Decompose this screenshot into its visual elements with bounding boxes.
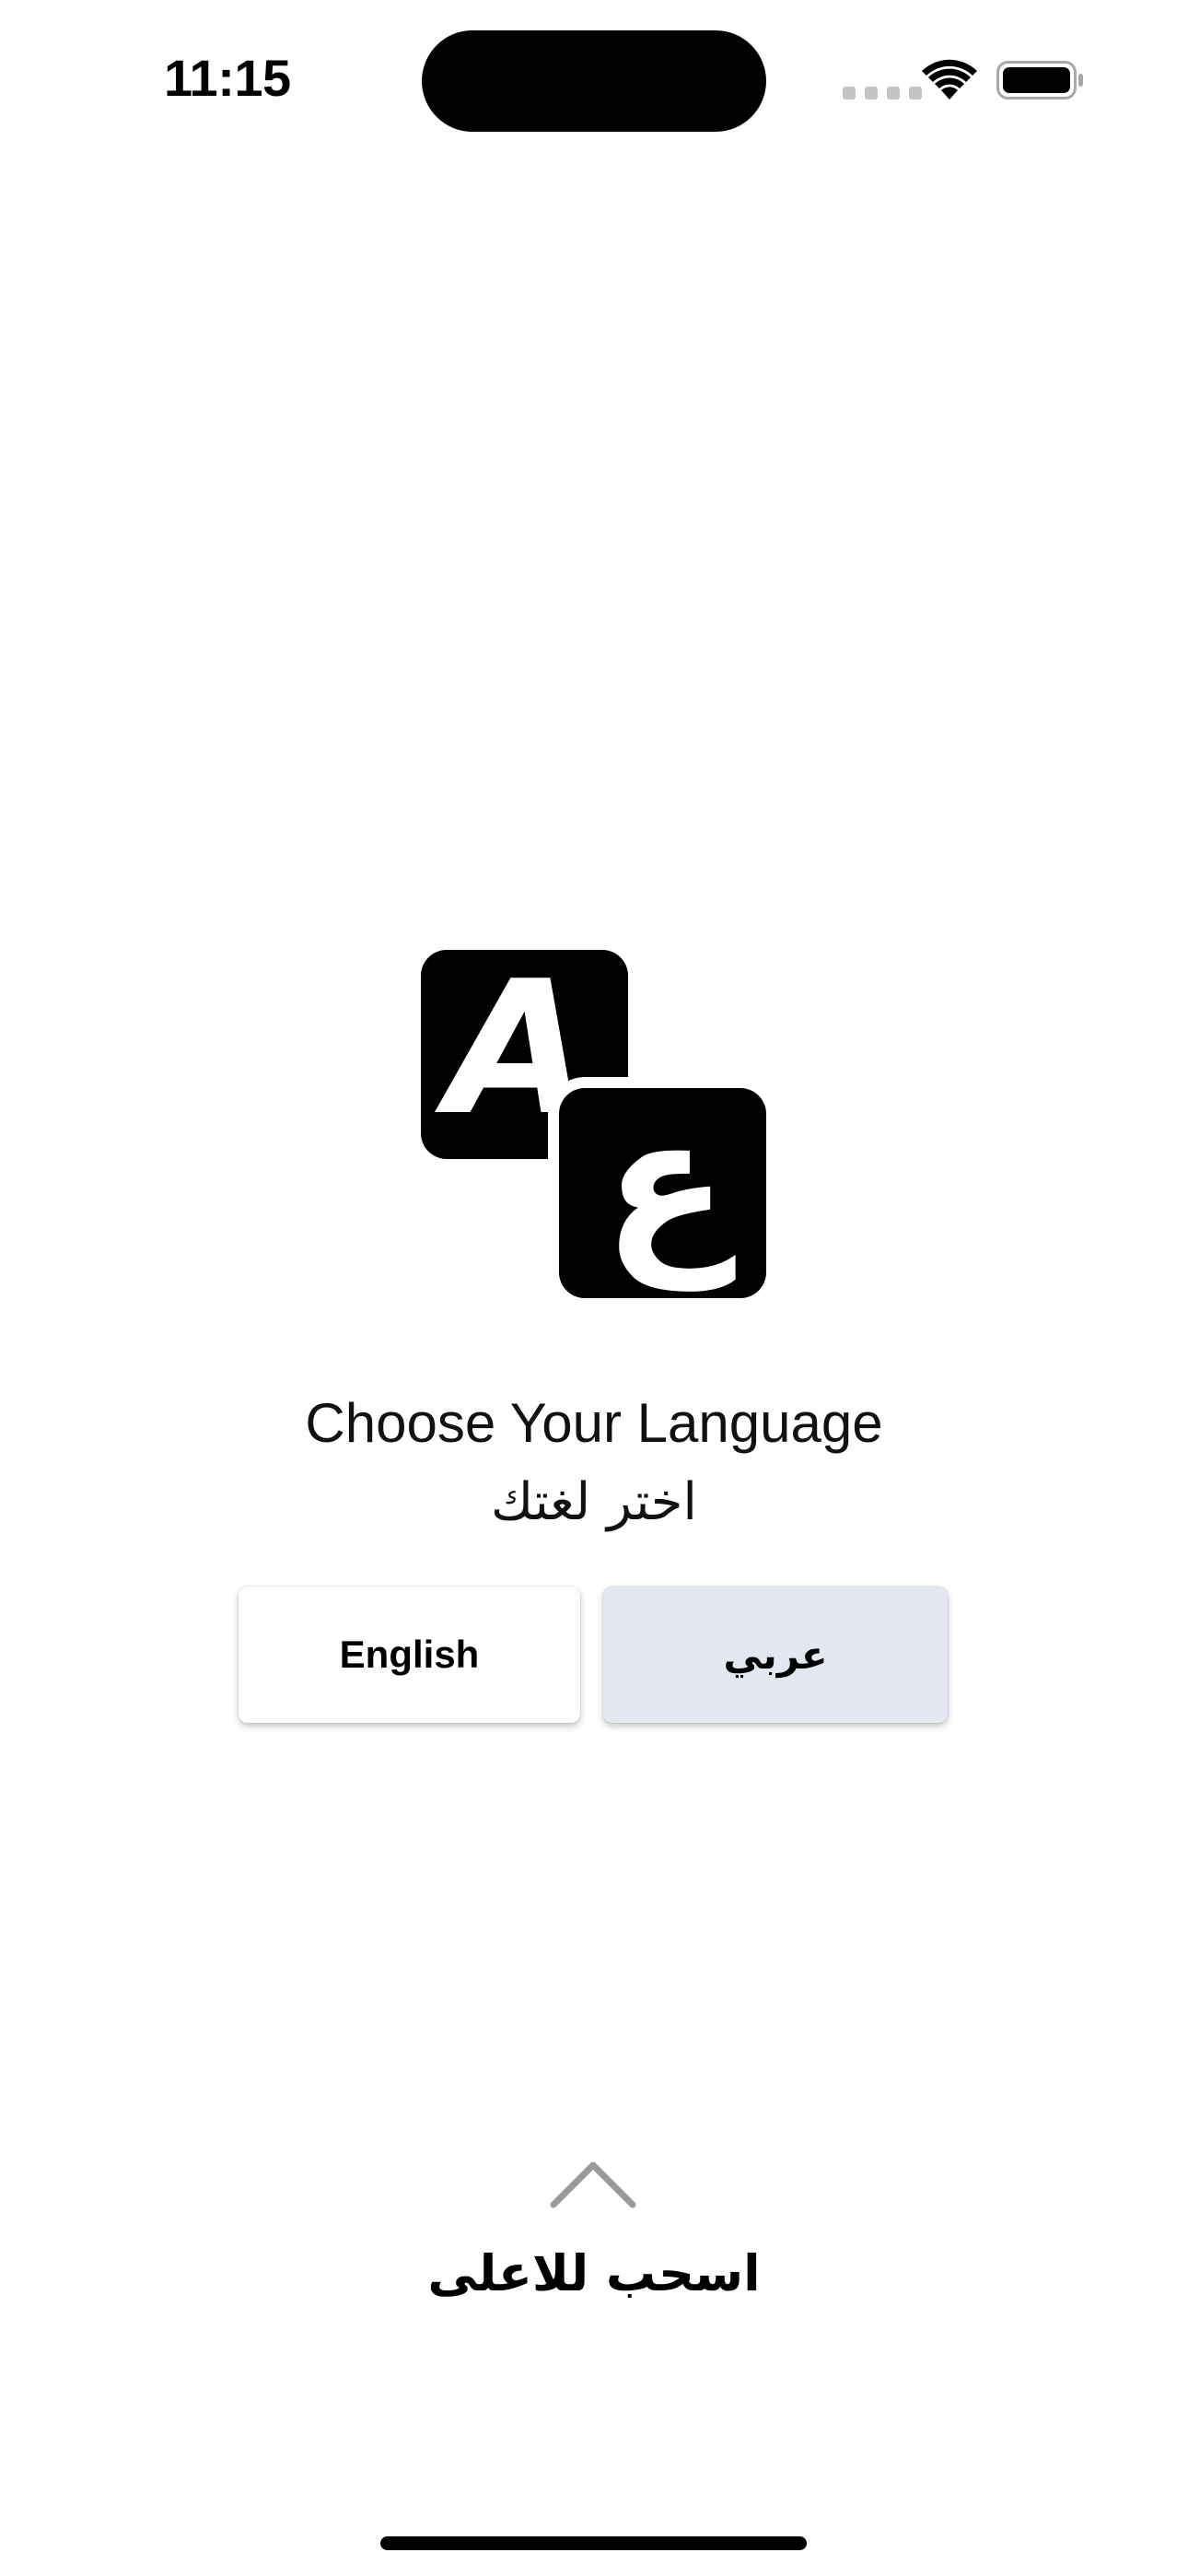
arabic-language-button[interactable]: عربي xyxy=(603,1587,948,1723)
arabic-letter-ain: ع xyxy=(602,1076,729,1291)
arabic-letter-tile: ع xyxy=(559,1083,766,1298)
english-language-button[interactable]: English xyxy=(239,1587,580,1723)
cellular-signal-icon xyxy=(843,87,922,100)
page-title-english: Choose Your Language xyxy=(305,1392,883,1454)
chevron-up-icon[interactable] xyxy=(549,2156,637,2209)
battery-icon xyxy=(996,61,1083,100)
language-translate-icon: A ع xyxy=(421,950,766,1298)
home-indicator[interactable] xyxy=(380,2536,807,2550)
wifi-icon xyxy=(922,59,977,100)
page-title-arabic: اختر لغتك xyxy=(491,1472,697,1532)
swipe-up-label[interactable]: اسحب للاعلى xyxy=(0,2244,1188,2302)
dynamic-island xyxy=(422,30,766,132)
status-time: 11:15 xyxy=(164,49,291,107)
